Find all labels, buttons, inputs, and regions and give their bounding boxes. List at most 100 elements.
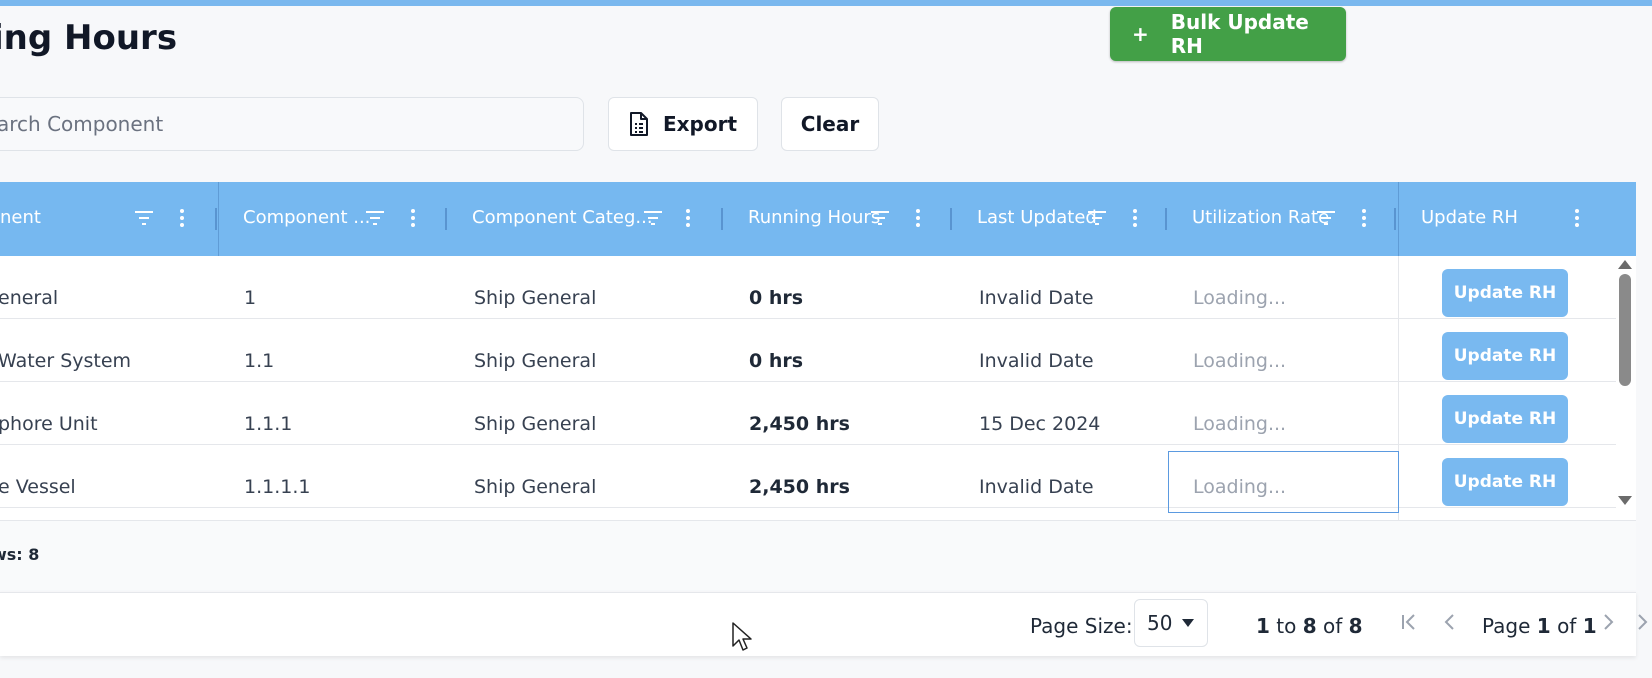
cell-utilization-rate: Loading... bbox=[1193, 413, 1287, 435]
column-resize-handle[interactable] bbox=[721, 208, 723, 230]
filter-icon[interactable] bbox=[365, 208, 385, 228]
next-page-icon[interactable] bbox=[1602, 612, 1616, 632]
bulk-update-rh-button[interactable]: + Bulk Update RH bbox=[1110, 7, 1346, 61]
column-header-utilization-rate[interactable]: Utilization Rate bbox=[1168, 182, 1398, 256]
column-header-component-name[interactable]: nent bbox=[0, 182, 218, 256]
cell-utilization-rate: Loading... bbox=[1193, 287, 1287, 309]
cell-component-name: phore Unit bbox=[0, 413, 98, 435]
page-of: of bbox=[1557, 614, 1577, 638]
range-of: of bbox=[1323, 614, 1343, 638]
cell-running-hours: 0 hrs bbox=[749, 287, 804, 309]
column-menu-icon[interactable] bbox=[1567, 208, 1587, 228]
first-page-icon[interactable] bbox=[1400, 612, 1418, 632]
range-start: 1 bbox=[1256, 614, 1270, 638]
column-menu-icon[interactable] bbox=[1354, 208, 1374, 228]
column-header-update-rh[interactable]: Update RH bbox=[1399, 182, 1636, 256]
column-header-component-category[interactable]: Component Categ... bbox=[448, 182, 724, 256]
page-size-value: 50 bbox=[1147, 611, 1173, 635]
column-header-label: Update RH bbox=[1421, 207, 1518, 228]
column-header-label: Last Updated bbox=[977, 207, 1097, 228]
update-rh-button[interactable]: Update RH bbox=[1442, 458, 1568, 506]
page-label: Page bbox=[1482, 614, 1531, 638]
clear-button[interactable]: Clear bbox=[781, 97, 879, 151]
cell-last-updated: Invalid Date bbox=[979, 287, 1094, 309]
page-size-select[interactable]: 50 bbox=[1134, 599, 1208, 647]
cell-component-name: eneral bbox=[0, 287, 59, 309]
export-button[interactable]: Export bbox=[608, 97, 758, 151]
column-header-last-updated[interactable]: Last Updated bbox=[953, 182, 1167, 256]
filter-icon[interactable] bbox=[643, 208, 663, 228]
document-icon bbox=[629, 112, 648, 136]
cell-last-updated: Invalid Date bbox=[979, 476, 1094, 498]
page-indicator: Page 1 of 1 bbox=[1482, 614, 1597, 638]
column-menu-icon[interactable] bbox=[1125, 208, 1145, 228]
cell-running-hours: 0 hrs bbox=[749, 350, 804, 372]
table-row[interactable]: Water System 1.1 Ship General 0 hrs Inva… bbox=[0, 319, 1616, 382]
cell-component-category: Ship General bbox=[474, 350, 597, 372]
page-title: ing Hours bbox=[0, 18, 178, 58]
vertical-scrollbar[interactable] bbox=[1614, 260, 1636, 512]
column-header-label: nent bbox=[0, 207, 41, 228]
filter-icon[interactable] bbox=[134, 208, 154, 228]
filter-icon[interactable] bbox=[1316, 208, 1336, 228]
export-label: Export bbox=[662, 112, 738, 136]
column-menu-icon[interactable] bbox=[172, 208, 192, 228]
grid-header: nent Component ... Component Categ... Ru… bbox=[0, 182, 1636, 256]
cell-running-hours: 2,450 hrs bbox=[749, 413, 850, 435]
filter-icon[interactable] bbox=[1087, 208, 1107, 228]
column-menu-icon[interactable] bbox=[403, 208, 423, 228]
page-total: 1 bbox=[1582, 614, 1597, 638]
update-rh-button[interactable]: Update RH bbox=[1442, 269, 1568, 317]
cell-last-updated: Invalid Date bbox=[979, 350, 1094, 372]
column-header-running-hours[interactable]: Running Hours bbox=[724, 182, 950, 256]
range-end: 8 bbox=[1302, 614, 1317, 638]
column-resize-handle[interactable] bbox=[1394, 208, 1396, 230]
scroll-down-arrow-icon[interactable] bbox=[1618, 496, 1632, 505]
range-total: 8 bbox=[1348, 614, 1363, 638]
column-menu-icon[interactable] bbox=[678, 208, 698, 228]
column-header-label: Running Hours bbox=[748, 207, 881, 228]
cell-component-name: Water System bbox=[0, 350, 132, 372]
row-count: ws: 8 bbox=[0, 545, 40, 564]
pagination-bar: Page Size: 50 1 to 8 of 8 Page 1 of 1 bbox=[0, 592, 1648, 656]
column-header-label: Utilization Rate bbox=[1192, 207, 1330, 228]
cell-component-category: Ship General bbox=[474, 413, 597, 435]
table-row[interactable]: phore Unit 1.1.1 Ship General 2,450 hrs … bbox=[0, 382, 1616, 445]
column-resize-handle[interactable] bbox=[215, 208, 217, 230]
range-to: to bbox=[1276, 614, 1297, 638]
column-resize-handle[interactable] bbox=[950, 208, 952, 230]
column-resize-handle[interactable] bbox=[1165, 208, 1167, 230]
focused-cell-outline bbox=[1168, 451, 1399, 513]
cell-utilization-rate: Loading... bbox=[1193, 350, 1287, 372]
scrollbar-thumb[interactable] bbox=[1619, 274, 1631, 386]
search-input[interactable] bbox=[0, 112, 583, 136]
previous-page-icon[interactable] bbox=[1442, 612, 1456, 632]
update-rh-button[interactable]: Update RH bbox=[1442, 332, 1568, 380]
cell-component-code: 1 bbox=[244, 287, 257, 309]
column-header-component-code[interactable]: Component ... bbox=[219, 182, 447, 256]
cell-component-code: 1.1.1.1 bbox=[244, 476, 311, 498]
scroll-up-arrow-icon[interactable] bbox=[1618, 260, 1632, 269]
data-grid: nent Component ... Component Categ... Ru… bbox=[0, 182, 1636, 590]
cell-running-hours: 2,450 hrs bbox=[749, 476, 850, 498]
plus-icon: + bbox=[1132, 22, 1149, 46]
cell-component-code: 1.1 bbox=[244, 350, 275, 372]
filter-icon[interactable] bbox=[870, 208, 890, 228]
bulk-update-label: Bulk Update RH bbox=[1170, 10, 1309, 58]
caret-down-icon bbox=[1182, 619, 1195, 627]
page-size-label: Page Size: bbox=[1030, 614, 1133, 638]
cell-component-name: e Vessel bbox=[0, 476, 76, 498]
update-rh-button[interactable]: Update RH bbox=[1442, 395, 1568, 443]
column-menu-icon[interactable] bbox=[908, 208, 928, 228]
mouse-cursor-icon bbox=[732, 622, 752, 651]
column-header-label: Component ... bbox=[243, 207, 371, 228]
column-resize-handle[interactable] bbox=[445, 208, 447, 230]
cell-component-code: 1.1.1 bbox=[244, 413, 293, 435]
cell-component-category: Ship General bbox=[474, 476, 597, 498]
last-page-icon[interactable] bbox=[1636, 612, 1650, 632]
table-row[interactable]: eneral 1 Ship General 0 hrs Invalid Date… bbox=[0, 256, 1616, 319]
row-range: 1 to 8 of 8 bbox=[1256, 614, 1363, 638]
search-box[interactable] bbox=[0, 97, 584, 151]
cell-component-category: Ship General bbox=[474, 287, 597, 309]
grid-status-bar: ws: 8 bbox=[0, 520, 1636, 590]
